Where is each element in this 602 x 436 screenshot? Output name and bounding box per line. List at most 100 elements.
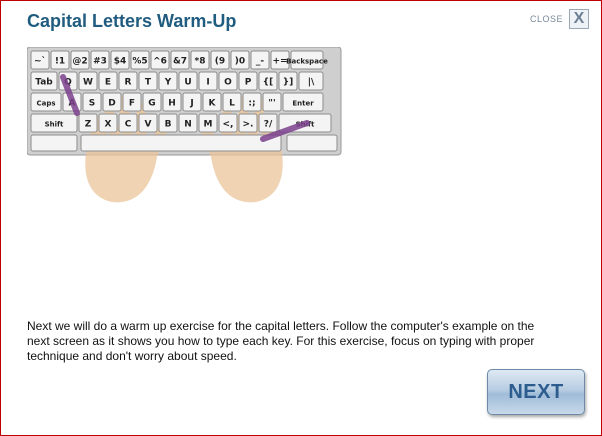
key: Tab: [30, 71, 58, 91]
key-label: |\: [308, 78, 315, 88]
close-label: CLOSE: [529, 14, 563, 24]
key-label: {[: [263, 78, 274, 88]
key: {[: [258, 71, 278, 91]
key-label: V: [145, 120, 152, 130]
key: Y: [158, 71, 178, 91]
key: F: [122, 92, 142, 112]
key: <,: [218, 113, 238, 133]
key-label: K: [209, 99, 217, 109]
key: Enter: [282, 92, 324, 112]
key: E: [98, 71, 118, 91]
key: @2: [70, 50, 90, 70]
key: ^6: [150, 50, 170, 70]
key: Caps: [30, 92, 62, 112]
key-label: W: [83, 78, 93, 88]
key-label: Enter: [292, 100, 314, 108]
key-label: )0: [235, 57, 245, 67]
key: Backspace: [286, 50, 328, 70]
key-label: Z: [85, 120, 92, 130]
instructions-text: Next we will do a warm up exercise for t…: [27, 319, 535, 363]
key-label: P: [245, 78, 252, 88]
key-label: }]: [283, 78, 294, 88]
key: R: [118, 71, 138, 91]
key: _-: [250, 50, 270, 70]
key: >.: [238, 113, 258, 133]
key-label: E: [105, 78, 111, 88]
key: P: [238, 71, 258, 91]
key-label: D: [108, 99, 115, 109]
key: D: [102, 92, 122, 112]
key-label: Caps: [36, 100, 55, 108]
key-label: N: [184, 120, 192, 130]
key: G: [142, 92, 162, 112]
key-label: @2: [72, 57, 87, 67]
key-label: >.: [243, 120, 254, 130]
key-label: X: [105, 120, 112, 130]
key-label: Y: [164, 78, 172, 88]
key: O: [218, 71, 238, 91]
key-label: :;: [248, 99, 255, 109]
close-icon: X: [569, 9, 589, 29]
key-label: C: [125, 120, 132, 130]
key-label: $4: [114, 57, 127, 67]
key-label: (9: [215, 57, 225, 67]
key: Shift: [30, 113, 78, 133]
key: Z: [78, 113, 98, 133]
key-label: F: [129, 99, 135, 109]
keyboard-illustration: ~` !1 @2 #3 $4 %5 ^6 &7 *8 (9)0 _- +=BackspaceTab Q W…: [27, 47, 342, 203]
key-label: #3: [93, 57, 107, 67]
key-label: %5: [132, 57, 147, 67]
key-label: !1: [55, 57, 65, 67]
key: *8: [190, 50, 210, 70]
page-title: Capital Letters Warm-Up: [27, 11, 237, 31]
key-label: R: [125, 78, 132, 88]
key-label: Backspace: [286, 58, 328, 66]
key: N: [178, 113, 198, 133]
key: ~`: [30, 50, 50, 70]
key: S: [82, 92, 102, 112]
key-label: ?/: [264, 120, 273, 130]
key: "': [262, 92, 282, 112]
key-label: H: [168, 99, 176, 109]
key-label: I: [206, 78, 209, 88]
key: |\: [298, 71, 324, 91]
spacebar: [80, 134, 282, 152]
key-label: S: [89, 99, 95, 109]
key-label: ^6: [153, 57, 167, 67]
key: :;: [242, 92, 262, 112]
key: (9: [210, 50, 230, 70]
key-label: J: [189, 99, 193, 109]
key: W: [78, 71, 98, 91]
key-label: &7: [173, 57, 187, 67]
key: $4: [110, 50, 130, 70]
key: H: [162, 92, 182, 112]
key: ?/: [258, 113, 278, 133]
key-label: T: [145, 78, 152, 88]
key: J: [182, 92, 202, 112]
key-label: "': [268, 99, 275, 109]
key-label: *8: [195, 57, 206, 67]
key: T: [138, 71, 158, 91]
key: X: [98, 113, 118, 133]
key: }]: [278, 71, 298, 91]
key: )0: [230, 50, 250, 70]
key-label: O: [224, 78, 232, 88]
next-button[interactable]: NEXT: [487, 369, 585, 415]
dialog-frame: Capital Letters Warm-Up CLOSE X ~` !1 @2 #3…: [0, 0, 602, 436]
key-label: Tab: [35, 78, 53, 88]
key-label: L: [229, 99, 235, 109]
space-row: [30, 134, 338, 152]
key: !1: [50, 50, 70, 70]
key-label: G: [148, 99, 155, 109]
key-label: B: [165, 120, 172, 130]
key-label: Shift: [45, 121, 64, 129]
key-label: M: [204, 120, 213, 130]
key-label: _-: [256, 57, 265, 67]
key: K: [202, 92, 222, 112]
key-label: <,: [223, 120, 234, 130]
key: M: [198, 113, 218, 133]
key-label: ~`: [34, 56, 46, 67]
key: C: [118, 113, 138, 133]
close-button[interactable]: CLOSE X: [530, 9, 589, 29]
key-label: U: [184, 78, 191, 88]
